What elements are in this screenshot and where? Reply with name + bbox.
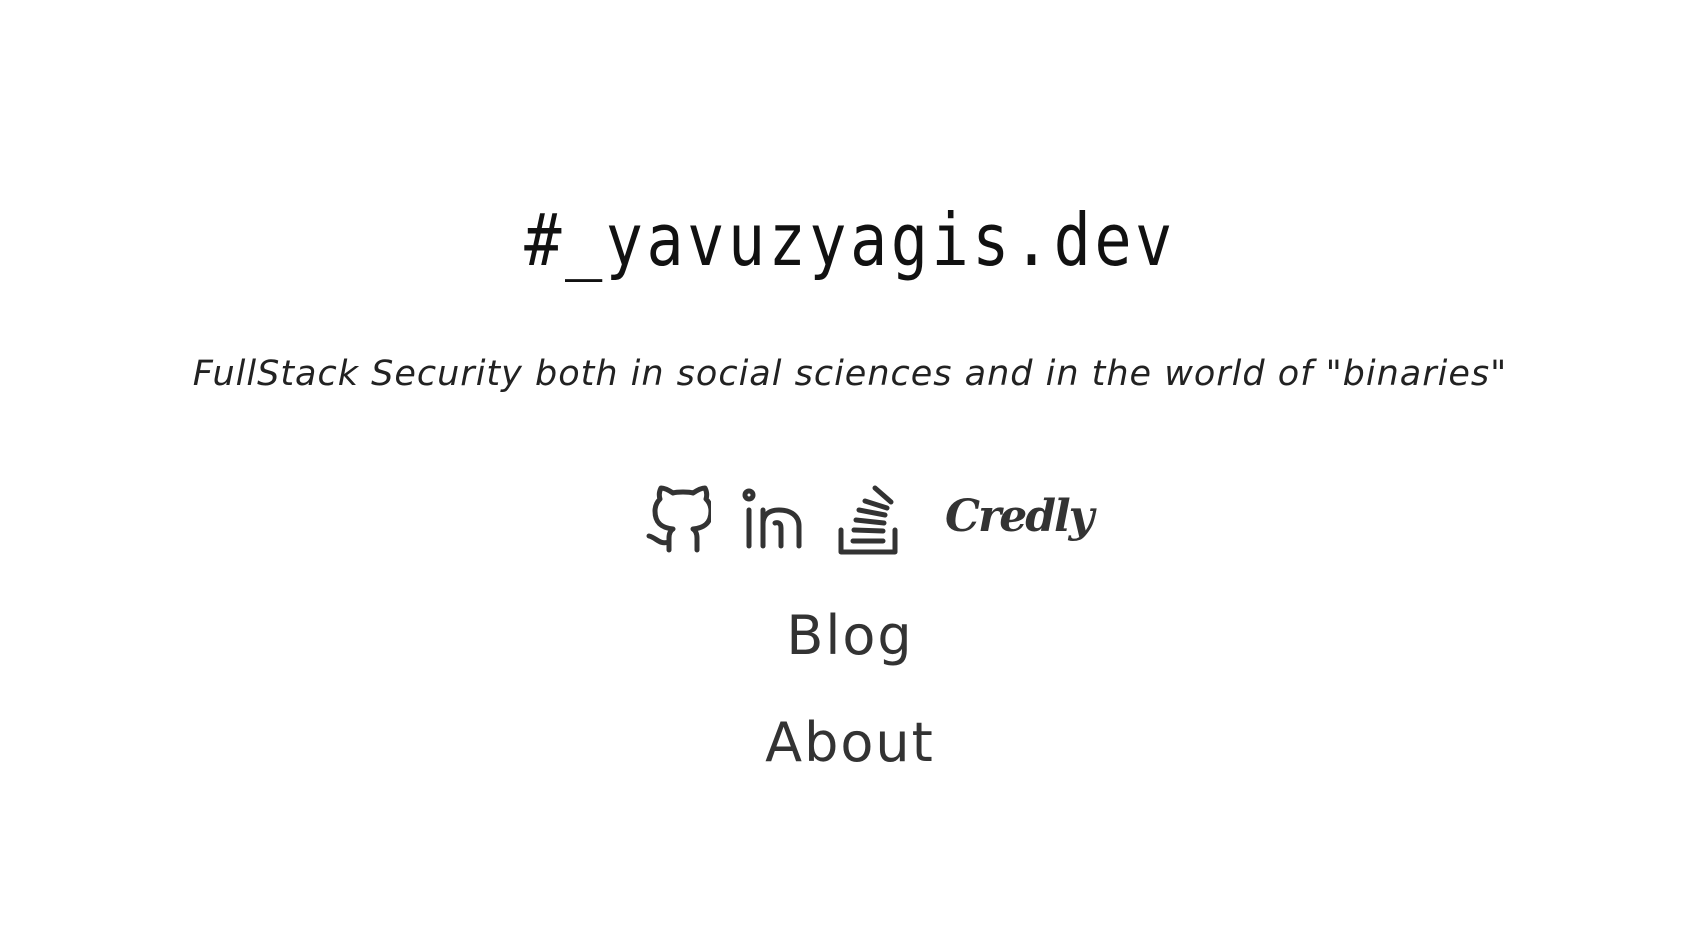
stackoverflow-icon [838, 485, 898, 555]
site-title[interactable]: #_yavuzyagis.dev [119, 196, 1581, 284]
about-link[interactable]: About [765, 711, 935, 774]
linkedin-icon [742, 488, 802, 549]
site-tagline: FullStack Security both in social scienc… [192, 354, 1508, 394]
nav-about: About [0, 710, 1700, 776]
home-page: #_yavuzyagis.dev FullStack Security both… [0, 0, 1700, 952]
stackoverflow-link[interactable] [837, 484, 901, 556]
github-link[interactable] [645, 484, 711, 554]
credly-link[interactable]: Credly [945, 492, 1094, 550]
blog-link[interactable]: Blog [786, 604, 913, 667]
nav-blog: Blog [0, 603, 1700, 669]
social-links: Credly [645, 478, 1094, 558]
github-icon [646, 485, 711, 553]
linkedin-link[interactable] [741, 488, 805, 550]
